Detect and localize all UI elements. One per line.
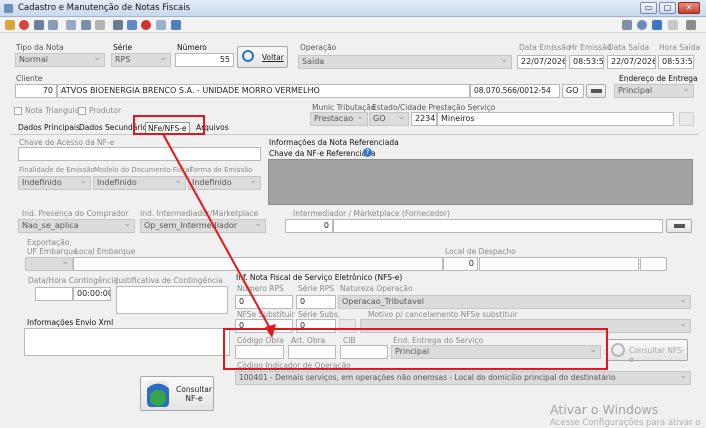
windows-activation-subtitle: Acesse Configurações para ativar o	[550, 418, 701, 428]
windows-activation-title: Ativar o Windows	[550, 402, 659, 417]
highlight-arrow	[162, 133, 276, 338]
